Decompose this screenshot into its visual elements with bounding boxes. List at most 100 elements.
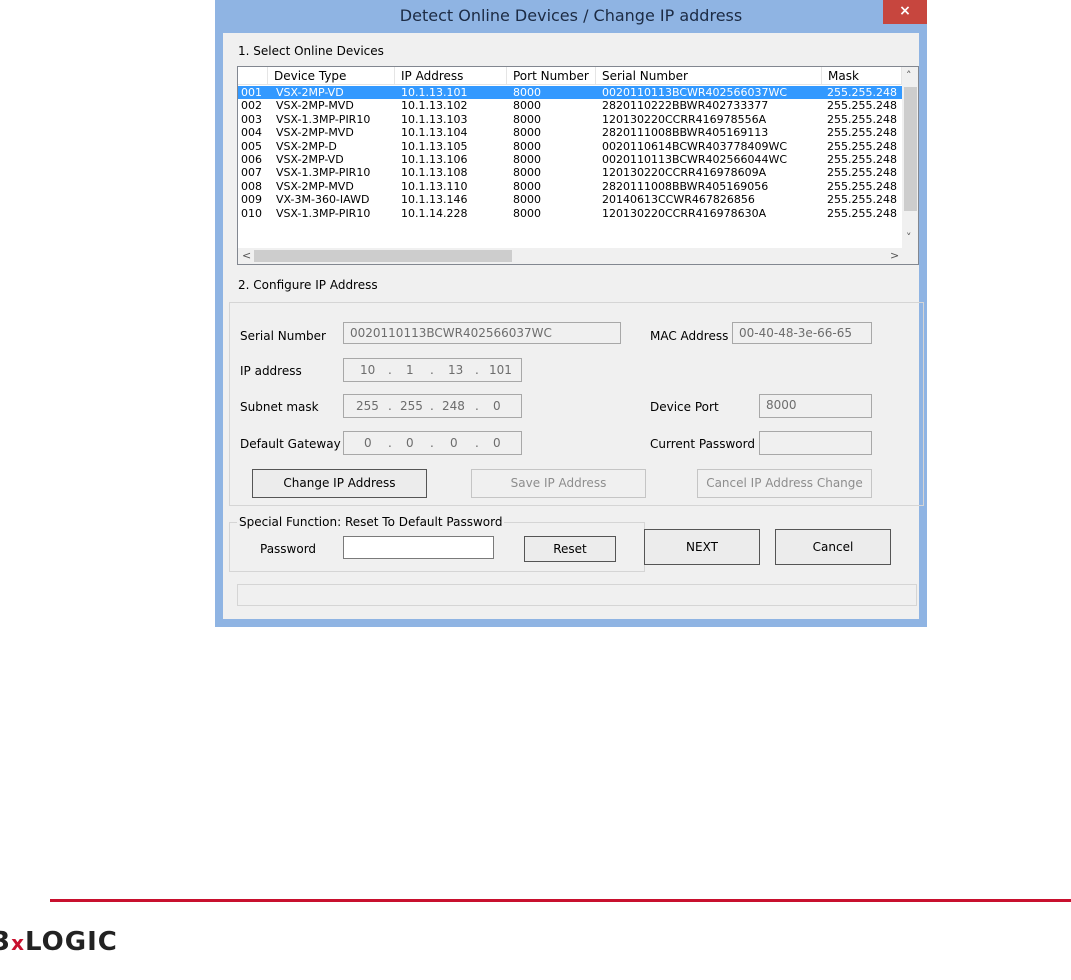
section-select-devices-label: 1. Select Online Devices [238, 44, 384, 58]
cell-serial-number: 120130220CCRR416978609A [602, 166, 767, 180]
cell-mask: 255.255.248 [827, 166, 897, 180]
table-row[interactable]: 008 VSX-2MP-MVD 10.1.13.110 8000 2820111008B… [238, 180, 903, 193]
subnet-mask-label: Subnet mask [240, 400, 319, 414]
cell-port-number: 8000 [513, 166, 541, 180]
logo-x: x [11, 931, 25, 955]
cell-device-type: VSX-2MP-MVD [276, 99, 354, 113]
ip-dot: . [475, 363, 479, 377]
default-gateway-field[interactable]: 0 . 0 . 0 . 0 [343, 431, 522, 455]
column-header-ip-address[interactable]: IP Address [395, 67, 507, 85]
reset-password-group: Password Reset [229, 522, 645, 572]
gateway-octet-4: 0 [493, 436, 501, 450]
cancel-button[interactable]: Cancel [775, 529, 891, 565]
table-row[interactable]: 010 VSX-1.3MP-PIR10 10.1.14.228 8000 1201302… [238, 207, 903, 220]
ip-octet-4: 101 [489, 363, 512, 377]
cell-index: 001 [241, 86, 262, 99]
ip-octet-3: 13 [448, 363, 464, 377]
column-header-index[interactable] [238, 67, 268, 85]
brand-logo: 3xLOGIC [0, 927, 118, 957]
cell-device-type: VSX-2MP-MVD [276, 179, 354, 193]
ip-dot: . [388, 363, 392, 377]
gateway-dot: . [388, 436, 392, 450]
cell-serial-number: 120130220CCRR416978556A [602, 112, 767, 126]
scroll-right-arrow-icon[interactable]: > [890, 249, 899, 262]
column-header-serial-number[interactable]: Serial Number [596, 67, 822, 85]
cell-ip-address: 10.1.13.102 [401, 99, 468, 113]
cell-index: 010 [241, 206, 262, 220]
cell-mask: 255.255.248 [827, 112, 897, 126]
table-row[interactable]: 003 VSX-1.3MP-PIR10 10.1.13.103 8000 1201302… [238, 113, 903, 126]
reset-password-input[interactable] [343, 536, 494, 559]
vertical-scroll-thumb[interactable] [904, 87, 917, 211]
column-header-device-type[interactable]: Device Type [268, 67, 395, 85]
horizontal-scroll-thumb[interactable] [254, 250, 512, 262]
table-row[interactable]: 007 VSX-1.3MP-PIR10 10.1.13.108 8000 1201302… [238, 166, 903, 179]
reset-password-label: Password [260, 542, 317, 556]
table-row[interactable]: 002 VSX-2MP-MVD 10.1.13.102 8000 2820110222B… [238, 99, 903, 112]
title-bar[interactable]: Detect Online Devices / Change IP addres… [215, 0, 927, 33]
change-ip-address-button[interactable]: Change IP Address [252, 469, 427, 498]
devices-list-view[interactable]: Device Type IP Address Port Number Seria… [237, 66, 919, 265]
table-row[interactable]: 005 VSX-2MP-D 10.1.13.105 8000 0020110614BCW… [238, 140, 903, 153]
cell-index: 007 [241, 166, 262, 180]
cell-mask: 255.255.248 [827, 139, 897, 153]
cell-ip-address: 10.1.13.101 [401, 86, 468, 99]
footer-divider [50, 899, 1071, 902]
cell-serial-number: 20140613CCWR467826856 [602, 193, 755, 207]
cell-device-type: VSX-1.3MP-PIR10 [276, 166, 371, 180]
cell-mask: 255.255.248 [827, 99, 897, 113]
cell-port-number: 8000 [513, 139, 541, 153]
cell-serial-number: 0020110614BCWR403778409WC [602, 139, 788, 153]
cell-mask: 255.255.248 [827, 206, 897, 220]
cell-index: 009 [241, 193, 262, 207]
subnet-mask-field[interactable]: 255 . 255 . 248 . 0 [343, 394, 522, 418]
next-button[interactable]: NEXT [644, 529, 760, 565]
subnet-octet-4: 0 [493, 399, 501, 413]
cell-ip-address: 10.1.14.228 [401, 206, 468, 220]
cell-device-type: VSX-1.3MP-PIR10 [276, 206, 371, 220]
current-password-field[interactable] [759, 431, 872, 455]
window-title: Detect Online Devices / Change IP addres… [399, 6, 743, 25]
column-header-port-number[interactable]: Port Number [507, 67, 596, 85]
section-configure-ip-label: 2. Configure IP Address [238, 278, 378, 292]
cell-ip-address: 10.1.13.106 [401, 153, 468, 166]
close-button[interactable]: × [883, 0, 927, 24]
scroll-left-arrow-icon[interactable]: < [242, 249, 251, 262]
serial-number-field: 0020110113BCWR402566037WC [343, 322, 621, 344]
device-port-field[interactable]: 8000 [759, 394, 872, 418]
gateway-octet-1: 0 [364, 436, 372, 450]
save-ip-address-button[interactable]: Save IP Address [471, 469, 646, 498]
cancel-ip-address-change-button[interactable]: Cancel IP Address Change [697, 469, 872, 498]
cell-device-type: VSX-2MP-VD [276, 86, 344, 99]
cell-ip-address: 10.1.13.108 [401, 166, 468, 180]
logo-suffix: LOGIC [25, 927, 118, 957]
cell-serial-number: 0020110113BCWR402566037WC [602, 86, 788, 99]
dialog-window: Detect Online Devices / Change IP addres… [215, 0, 927, 627]
cell-serial-number: 2820111008BBWR405169056 [602, 179, 769, 193]
cell-index: 003 [241, 112, 262, 126]
scroll-up-arrow-icon[interactable]: ˄ [906, 69, 912, 82]
table-row[interactable]: 001 VSX-2MP-VD 10.1.13.101 8000 0020110113BC… [238, 86, 903, 99]
cell-device-type: VSX-2MP-D [276, 139, 337, 153]
logo-prefix: 3 [0, 927, 12, 957]
table-row[interactable]: 006 VSX-2MP-VD 10.1.13.106 8000 0020110113BC… [238, 153, 903, 166]
table-row[interactable]: 009 VX-3M-360-IAWD 10.1.13.146 8000 20140613… [238, 193, 903, 206]
cell-mask: 255.255.248 [827, 179, 897, 193]
cell-device-type: VSX-2MP-VD [276, 153, 344, 166]
device-port-label: Device Port [650, 400, 719, 414]
column-header-mask[interactable]: Mask [822, 67, 902, 85]
ip-address-field[interactable]: 10 . 1 . 13 . 101 [343, 358, 522, 382]
cell-device-type: VSX-1.3MP-PIR10 [276, 112, 371, 126]
cell-ip-address: 10.1.13.110 [401, 179, 468, 193]
special-function-group-label: Special Function: Reset To Default Passw… [237, 515, 505, 529]
table-row[interactable]: 004 VSX-2MP-MVD 10.1.13.104 8000 2820111008B… [238, 126, 903, 139]
cell-port-number: 8000 [513, 206, 541, 220]
subnet-dot: . [388, 399, 392, 413]
cell-index: 005 [241, 139, 262, 153]
cell-port-number: 8000 [513, 153, 541, 166]
cell-serial-number: 2820110222BBWR402733377 [602, 99, 769, 113]
scroll-down-arrow-icon[interactable]: ˅ [906, 231, 912, 244]
reset-button[interactable]: Reset [524, 536, 616, 562]
cell-index: 006 [241, 153, 262, 166]
cell-port-number: 8000 [513, 179, 541, 193]
